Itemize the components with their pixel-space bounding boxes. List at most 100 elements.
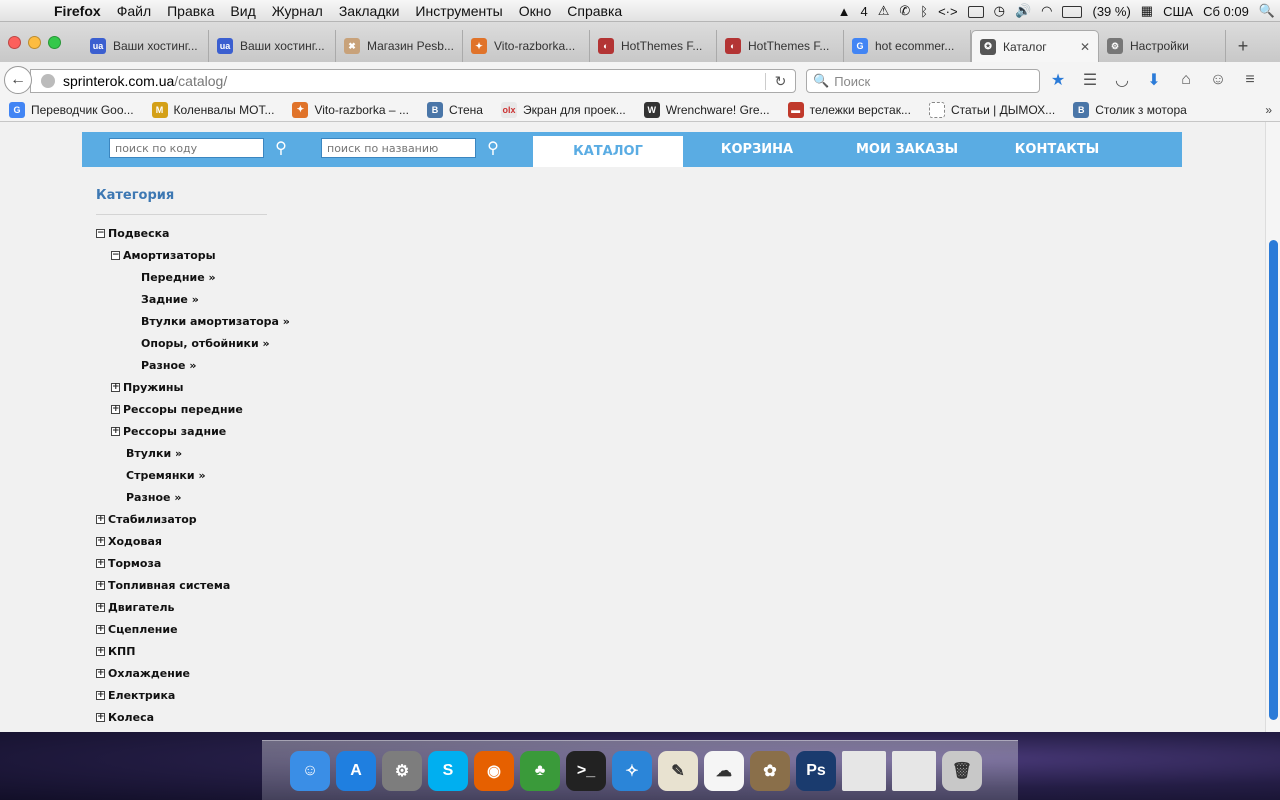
expand-icon[interactable]: + <box>96 558 105 568</box>
category-label[interactable]: Колеса <box>108 711 154 724</box>
bookmark-item[interactable]: B Столик з мотора <box>1064 101 1196 118</box>
flag-icon[interactable]: ▦ <box>1136 3 1158 19</box>
category-item[interactable]: Передние » <box>141 266 216 288</box>
adobe-icon[interactable]: ▲ <box>833 4 856 19</box>
search-by-code-icon[interactable]: ⚲ <box>270 137 292 159</box>
tab-3[interactable]: ✦ Vito-razborka... <box>463 30 590 62</box>
tab-1[interactable]: ua Ваши хостинг... <box>209 30 336 62</box>
category-label[interactable]: Втулки амортизатора » <box>141 315 290 328</box>
expand-icon[interactable]: + <box>96 712 105 722</box>
category-label[interactable]: Пружины <box>123 381 183 394</box>
bookmark-item[interactable]: olx Экран для проек... <box>492 101 635 118</box>
menu-window[interactable]: Окно <box>511 3 560 19</box>
dock-cyberduck-icon[interactable]: ♣ <box>520 750 560 791</box>
bookmark-item[interactable]: ✦ Vito-razborka – ... <box>283 101 418 118</box>
category-label[interactable]: Двигатель <box>108 601 174 614</box>
page-scrollbar[interactable] <box>1265 122 1280 732</box>
bookmark-star-icon[interactable]: ★ <box>1046 68 1070 92</box>
expand-icon[interactable]: + <box>96 602 105 612</box>
menu-app-firefox[interactable]: Firefox <box>44 3 109 19</box>
category-label[interactable]: Задние » <box>141 293 199 306</box>
bookmark-item[interactable]: G Переводчик Goo... <box>0 101 143 118</box>
category-item[interactable]: + Тормоза <box>96 552 161 574</box>
category-item[interactable]: Разное » <box>141 354 196 376</box>
spotlight-icon[interactable]: 🔍 <box>1254 3 1280 19</box>
time-machine-icon[interactable]: ◷ <box>989 3 1010 19</box>
back-button[interactable]: ← <box>4 66 32 94</box>
category-item[interactable]: Втулки амортизатора » <box>141 310 290 332</box>
category-item[interactable]: + Рессоры задние <box>111 420 226 442</box>
search-bar[interactable]: 🔍 Поиск <box>806 69 1040 93</box>
bookmarks-overflow-icon[interactable]: » <box>1265 103 1280 117</box>
dock-terminal-icon[interactable]: >_ <box>566 750 606 791</box>
dock-sheep-icon[interactable]: ☁ <box>704 750 744 791</box>
volume-icon[interactable]: 🔊 <box>1010 3 1036 19</box>
tab-8[interactable]: ⚙ Настройки <box>1099 30 1226 62</box>
dock-photoshop-icon[interactable]: Ps <box>796 750 836 791</box>
nav-catalog[interactable]: КАТАЛОГ <box>533 136 683 167</box>
search-by-name-icon[interactable]: ⚲ <box>482 137 504 159</box>
bookmark-item[interactable]: ▬ тележки верстак... <box>779 101 920 118</box>
category-label[interactable]: Стабилизатор <box>108 513 197 526</box>
chat-icon[interactable]: ☺ <box>1206 68 1230 92</box>
category-label[interactable]: Топливная система <box>108 579 230 592</box>
category-label[interactable]: Опоры, отбойники » <box>141 337 270 350</box>
bookmark-item[interactable]: M Коленвалы МОТ... <box>143 101 284 118</box>
category-label[interactable]: Разное » <box>141 359 196 372</box>
dock-minimized-window-2-icon[interactable] <box>892 750 936 791</box>
dock-textedit-icon[interactable]: ✎ <box>658 750 698 791</box>
category-label[interactable]: Тормоза <box>108 557 161 570</box>
category-item[interactable]: Разное » <box>126 486 181 508</box>
pocket-icon[interactable]: ◡ <box>1110 68 1134 92</box>
tab-7[interactable]: ✪ Каталог ✕ <box>971 30 1099 62</box>
expand-icon[interactable]: + <box>111 382 120 392</box>
url-bar[interactable]: sprinterok.com.ua /catalog/ ↻ <box>30 69 796 93</box>
menu-view[interactable]: Вид <box>222 3 263 19</box>
category-item[interactable]: + Пружины <box>111 376 183 398</box>
dock-firefox-icon[interactable]: ◉ <box>474 750 514 791</box>
bookmark-item[interactable]: W Wrenchware! Gre... <box>635 101 779 118</box>
input-source[interactable]: США <box>1158 4 1198 19</box>
category-label[interactable]: Подвеска <box>108 227 169 240</box>
category-item[interactable]: + Охлаждение <box>96 662 190 684</box>
display-icon[interactable] <box>963 4 989 19</box>
scrollbar-thumb[interactable] <box>1269 240 1278 720</box>
menu-file[interactable]: Файл <box>109 3 159 19</box>
notification-count[interactable]: 4 <box>855 4 872 19</box>
phone-icon[interactable]: ✆ <box>894 3 915 19</box>
expand-icon[interactable]: + <box>96 668 105 678</box>
category-item[interactable]: − Подвеска <box>96 222 169 244</box>
category-item[interactable]: Задние » <box>141 288 199 310</box>
battery-icon[interactable] <box>1057 4 1087 19</box>
tab-4[interactable]: ◐ HotThemes F... <box>590 30 717 62</box>
dock-minimized-window-1-icon[interactable] <box>842 750 886 791</box>
category-item[interactable]: + Рессоры передние <box>111 398 243 420</box>
battery-percent[interactable]: (39 %) <box>1087 4 1135 19</box>
minimize-window-button[interactable] <box>28 35 41 49</box>
nav-contacts[interactable]: КОНТАКТЫ <box>982 132 1132 167</box>
expand-icon[interactable]: + <box>96 690 105 700</box>
reload-icon[interactable]: ↻ <box>765 72 795 90</box>
warning-icon[interactable]: ⚠ <box>873 3 895 19</box>
dock-trash-icon[interactable]: 🗑 <box>942 750 982 791</box>
expand-icon[interactable]: + <box>96 624 105 634</box>
category-item[interactable]: + Двигатель <box>96 596 174 618</box>
category-label[interactable]: Амортизаторы <box>123 249 216 262</box>
dock-system-preferences-icon[interactable]: ⚙ <box>382 750 422 791</box>
tab-6[interactable]: Ghot ecommer... <box>844 30 971 62</box>
category-label[interactable]: Сцепление <box>108 623 178 636</box>
wifi-icon[interactable]: ◠ <box>1036 3 1057 19</box>
category-label[interactable]: Рессоры передние <box>123 403 243 416</box>
close-tab-icon[interactable]: ✕ <box>1080 40 1090 54</box>
home-icon[interactable]: ⌂ <box>1174 68 1198 92</box>
menu-hamburger-icon[interactable]: ≡ <box>1238 68 1262 92</box>
category-label[interactable]: Разное » <box>126 491 181 504</box>
collapse-icon[interactable]: − <box>96 228 105 238</box>
dock-app-store-icon[interactable]: A <box>336 750 376 791</box>
search-by-name-input[interactable] <box>321 138 476 158</box>
category-label[interactable]: Втулки » <box>126 447 182 460</box>
category-item[interactable]: Втулки » <box>126 442 182 464</box>
expand-icon[interactable]: + <box>96 646 105 656</box>
category-item[interactable]: − Амортизаторы <box>111 244 216 266</box>
expand-icon[interactable]: + <box>111 404 120 414</box>
